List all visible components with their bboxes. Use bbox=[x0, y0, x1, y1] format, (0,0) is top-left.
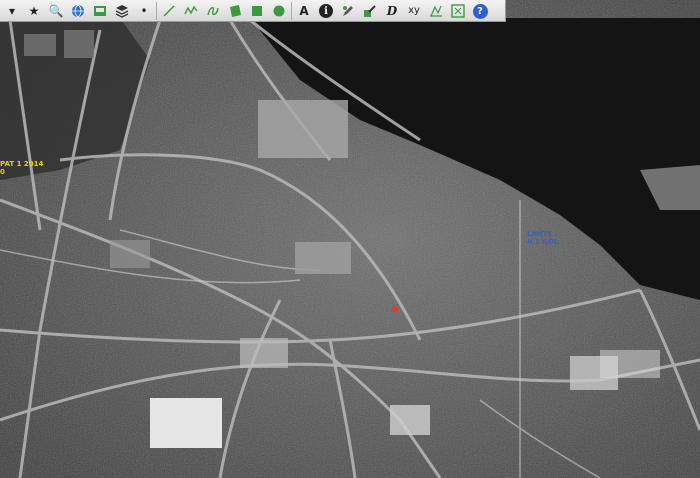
text-icon: A bbox=[299, 3, 309, 18]
freehand-icon bbox=[206, 4, 220, 18]
help-tool-button[interactable]: ? bbox=[470, 1, 490, 21]
star-icon: ★ bbox=[28, 3, 40, 18]
globe-tool-button[interactable] bbox=[68, 1, 88, 21]
map-frame-icon bbox=[451, 3, 465, 18]
select-arrow-tool-button[interactable]: ▾ bbox=[2, 1, 22, 21]
polyline-icon bbox=[184, 4, 198, 18]
map-label-west-line-1: PAT 1 2014 bbox=[0, 160, 44, 168]
map-screen: ▾ ★ 🔍 • Ai Dxy? PAT 1 2014 0 LANTE - A 1 GOL bbox=[0, 0, 700, 478]
layers-icon bbox=[115, 4, 129, 18]
map-label-east: LANTE - A 1 GOL bbox=[527, 230, 558, 246]
rectangle-icon bbox=[250, 4, 264, 18]
point-tool-button[interactable]: • bbox=[134, 1, 154, 21]
facility-north-west-2 bbox=[64, 30, 94, 58]
info-icon: i bbox=[319, 3, 333, 19]
help-icon: ? bbox=[472, 3, 488, 19]
toolbar-separator bbox=[291, 1, 292, 20]
well-pad-center bbox=[295, 242, 351, 274]
edit-layer-icon bbox=[363, 4, 377, 18]
info-tool-button[interactable]: i bbox=[316, 1, 336, 21]
map-label-east-line-1: LANTE - bbox=[527, 230, 558, 238]
text-tool-button[interactable]: A bbox=[294, 1, 314, 21]
search-tool-button[interactable]: 🔍 bbox=[46, 1, 66, 21]
circle-icon bbox=[272, 4, 286, 18]
layer-image-tool-button[interactable] bbox=[90, 1, 110, 21]
edit-features-icon bbox=[341, 4, 355, 18]
layers-tool-button[interactable] bbox=[112, 1, 132, 21]
search-icon: 🔍 bbox=[48, 3, 64, 18]
star-tool-button[interactable]: ★ bbox=[24, 1, 44, 21]
rectangle-tool-button[interactable] bbox=[247, 1, 267, 21]
d-tool-icon: D bbox=[386, 3, 398, 18]
polygon-tool-button[interactable] bbox=[225, 1, 245, 21]
line-icon bbox=[162, 4, 176, 18]
edit-features-tool-button[interactable] bbox=[338, 1, 358, 21]
measure-icon bbox=[429, 4, 443, 18]
facility-north-west-1 bbox=[24, 34, 56, 56]
well-pad-south-west bbox=[150, 398, 222, 448]
line-tool-button[interactable] bbox=[159, 1, 179, 21]
polyline-tool-button[interactable] bbox=[181, 1, 201, 21]
well-pad-south bbox=[390, 405, 430, 435]
freehand-tool-button[interactable] bbox=[203, 1, 223, 21]
map-label-east-line-2: A 1 GOL bbox=[527, 238, 559, 246]
map-toolbar: ▾ ★ 🔍 • Ai Dxy? bbox=[0, 0, 506, 22]
well-pad-north bbox=[258, 100, 348, 158]
map-label-west-line-2: 0 bbox=[0, 168, 5, 176]
point-icon: • bbox=[140, 3, 148, 18]
circle-tool-button[interactable] bbox=[269, 1, 289, 21]
well-pad-west bbox=[110, 240, 150, 268]
well-pad-mid bbox=[240, 338, 288, 368]
polygon-icon bbox=[228, 4, 242, 18]
select-arrow-icon: ▾ bbox=[8, 3, 16, 18]
edit-layer-tool-button[interactable] bbox=[360, 1, 380, 21]
xy-coordinates-tool-button[interactable]: xy bbox=[404, 1, 424, 21]
satellite-map[interactable] bbox=[0, 0, 700, 478]
d-tool-tool-button[interactable]: D bbox=[382, 1, 402, 21]
measure-tool-button[interactable] bbox=[426, 1, 446, 21]
map-label-west: PAT 1 2014 0 bbox=[0, 160, 43, 176]
well-pad-east-glare bbox=[600, 350, 660, 378]
globe-icon bbox=[71, 4, 85, 18]
map-frame-tool-button[interactable] bbox=[448, 1, 468, 21]
toolbar-separator bbox=[156, 1, 157, 20]
xy-coordinates-icon: xy bbox=[408, 5, 420, 16]
location-marker[interactable] bbox=[392, 306, 398, 312]
layer-image-icon bbox=[93, 4, 107, 18]
